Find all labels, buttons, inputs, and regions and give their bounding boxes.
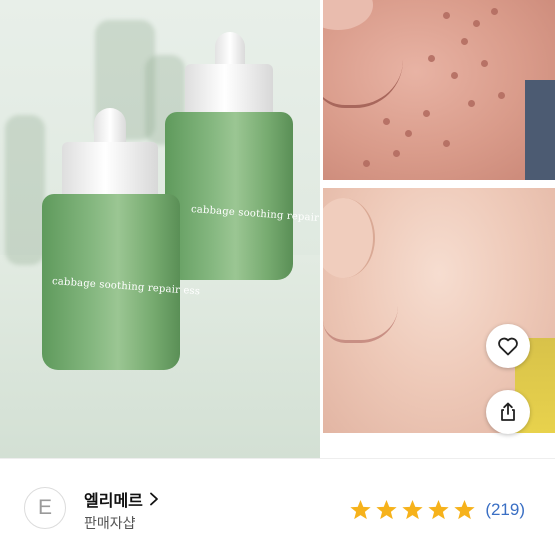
seller-name: 엘리메르 <box>84 491 143 510</box>
product-photo: cabbage soothing repair cabbage soothing… <box>0 0 320 458</box>
before-skin-photo <box>323 0 555 180</box>
star-icon <box>376 499 397 520</box>
share-icon <box>501 402 515 421</box>
product-image-gallery[interactable]: cabbage soothing repair cabbage soothing… <box>0 0 555 458</box>
seller-rating[interactable]: (219) <box>349 499 525 521</box>
like-button[interactable] <box>486 324 530 368</box>
share-button[interactable] <box>486 390 530 434</box>
star-icon <box>428 499 449 520</box>
star-icon <box>402 499 423 520</box>
seller-shop-label: 판매자샵 <box>84 516 136 532</box>
serum-bottle-front: cabbage soothing repair ess <box>42 108 201 370</box>
star-icon <box>350 499 371 520</box>
review-count[interactable]: (219) <box>485 500 525 520</box>
chevron-right-icon <box>149 492 158 506</box>
star-icon <box>454 499 475 520</box>
avatar-letter: E <box>37 496 52 519</box>
heart-outline-icon <box>498 337 518 356</box>
serum-bottle-back: cabbage soothing repair <box>165 32 319 280</box>
seller-info-bar: E 엘리메르 판매자샵 (219) <box>0 458 555 556</box>
seller-name-link[interactable]: 엘리메르 <box>84 487 159 511</box>
seller-avatar[interactable]: E <box>24 487 66 529</box>
